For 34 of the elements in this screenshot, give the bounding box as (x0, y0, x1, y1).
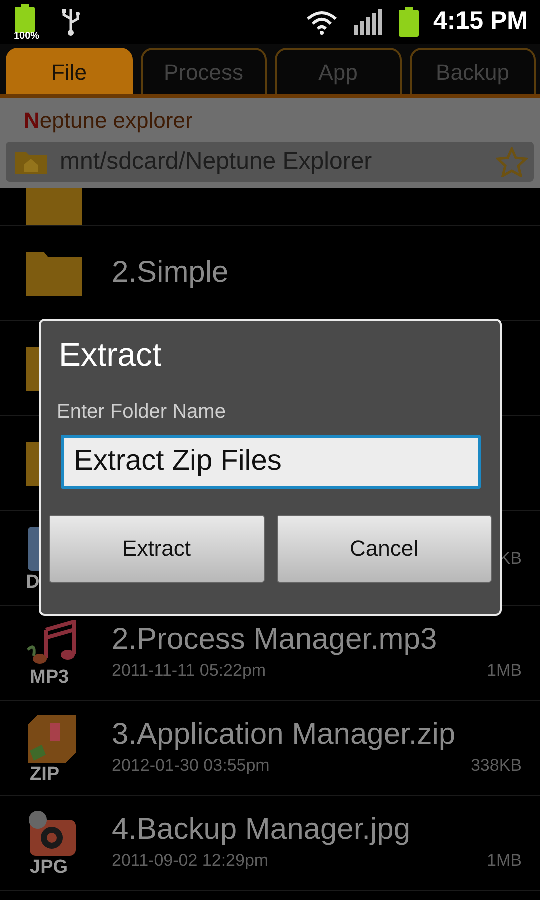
star-icon[interactable] (496, 147, 528, 178)
file-date: 2011-09-02 12:29pm (112, 850, 269, 872)
wifi-icon (306, 9, 338, 35)
tab[interactable]: File (6, 48, 132, 94)
file-size: 1MB (487, 660, 522, 682)
dialog-title: Extract (59, 335, 163, 375)
folder-name-field[interactable]: Extract Zip Files (61, 434, 481, 489)
music-note-icon (26, 620, 78, 666)
signal-icon (354, 9, 382, 35)
file-date: 2011-11-11 05:22pm (112, 660, 266, 682)
file-name[interactable]: 3.Application Manager.zip (112, 718, 522, 753)
home-folder-icon[interactable] (14, 149, 48, 176)
file-type-label: ZIP (29, 764, 60, 784)
battery-icon (398, 7, 420, 37)
file-size: 1MB (487, 850, 522, 872)
battery-icon (14, 4, 36, 34)
cancel-button[interactable]: Cancel (276, 514, 492, 583)
file-type-label: D (26, 572, 40, 592)
app-logo: Neptune explorer (24, 108, 194, 134)
battery-percent: 100% (14, 32, 40, 42)
file-type-label: JPG (29, 858, 68, 877)
file-type-label: MP3 (29, 668, 70, 687)
file-name[interactable]: 2.Simple (112, 256, 522, 291)
folder-icon (26, 250, 82, 296)
extract-button[interactable]: Extract (49, 514, 264, 583)
box-icon (26, 712, 78, 763)
file-name[interactable]: 2.Process Manager.mp3 (112, 623, 522, 658)
usb-icon (60, 7, 82, 37)
file-date: 2012-01-30 03:55pm (112, 754, 270, 777)
clock: 4:15 PM (434, 6, 528, 38)
field-label: Enter Folder Name (57, 400, 227, 425)
camera-icon (26, 810, 78, 856)
file-size: 338KB (470, 754, 522, 777)
file-name[interactable]: 4.Backup Manager.jpg (112, 813, 522, 848)
